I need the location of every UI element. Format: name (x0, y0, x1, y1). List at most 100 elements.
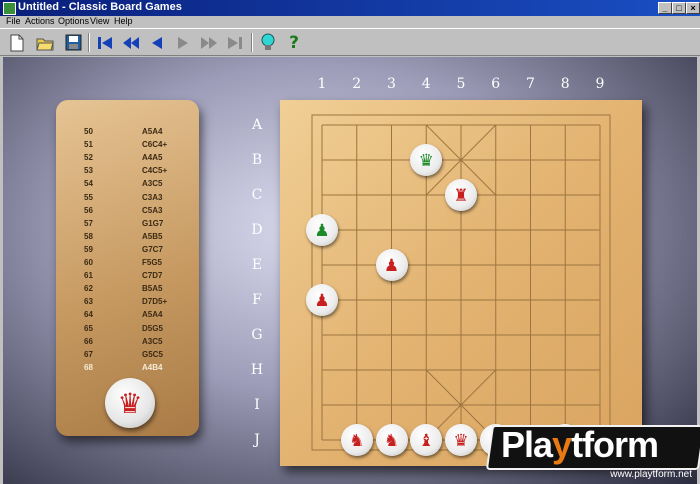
move-list-item[interactable]: 59 G7C7 (56, 245, 199, 258)
red-horse-piece[interactable]: ♞ (375, 424, 408, 456)
green-pawn-piece[interactable]: ♟ (306, 214, 338, 246)
crown-icon: ♛ (117, 387, 143, 419)
move-number: 57 (84, 218, 93, 228)
move-notation: A5A4 (142, 310, 163, 320)
row-label: C (251, 187, 263, 203)
move-list-item[interactable]: 68 A4B4 (56, 363, 199, 376)
move-number: 63 (84, 297, 93, 307)
move-number: 65 (84, 323, 93, 333)
help-icon[interactable]: ? (283, 32, 305, 53)
save-icon[interactable] (62, 32, 84, 53)
row-label: H (250, 362, 264, 378)
move-number: 53 (84, 166, 93, 176)
column-label: 8 (560, 76, 570, 92)
red-pawn-piece[interactable]: ♟ (375, 249, 408, 281)
menu-view[interactable]: View (90, 16, 109, 26)
move-notation: G5C5 (142, 349, 163, 359)
toolbar-separator (251, 33, 253, 52)
move-list-item[interactable]: 66 A3C5 (56, 337, 199, 350)
move-list-item[interactable]: 57 G1G7 (56, 219, 199, 232)
move-number: 54 (84, 179, 93, 189)
red-horse-piece[interactable]: ♞ (340, 424, 373, 456)
new-icon[interactable] (6, 32, 28, 53)
move-list-item[interactable]: 54 A3C5 (56, 179, 199, 192)
menu-actions[interactable]: Actions (25, 16, 55, 26)
green-king-piece[interactable]: ♛ (410, 144, 443, 176)
move-notation: A3C5 (142, 336, 163, 346)
column-label: 4 (421, 76, 431, 92)
minimize-button[interactable]: _ (658, 2, 672, 14)
menu-options[interactable]: Options (58, 16, 89, 26)
move-number: 55 (84, 192, 93, 202)
move-notation: C5A3 (142, 205, 163, 215)
title-bar: Untitled - Classic Board Games _ □ × (0, 0, 700, 16)
playtform-logo: Playtform www.playtform.net (481, 421, 700, 484)
row-label: B (251, 152, 263, 168)
move-notation: D7D5+ (142, 297, 168, 307)
move-list-item[interactable]: 55 C3A3 (56, 193, 199, 206)
move-number: 52 (84, 153, 93, 163)
move-number: 66 (84, 336, 93, 346)
logo-url: www.playtform.net (610, 469, 692, 480)
move-number: 62 (84, 284, 93, 294)
next-move-icon[interactable] (172, 32, 194, 53)
move-list-item[interactable]: 56 C5A3 (56, 206, 199, 219)
row-label: F (252, 292, 262, 308)
current-turn-piece: ♛ (105, 378, 155, 428)
move-list-item[interactable]: 53 C4C5+ (56, 166, 199, 179)
move-notation: G7C7 (142, 244, 163, 254)
move-notation: F5G5 (142, 258, 163, 267)
move-number: 59 (84, 244, 93, 254)
column-label: 9 (595, 76, 605, 92)
app-icon (3, 2, 16, 15)
red-rook-piece[interactable]: ♜ (445, 179, 477, 211)
move-list-item[interactable]: 65 D5G5 (56, 324, 199, 337)
move-number: 61 (84, 271, 93, 281)
menu-file[interactable]: File (6, 16, 21, 26)
move-number: 58 (84, 231, 93, 241)
fast-forward-icon[interactable] (198, 32, 220, 53)
move-list-item[interactable]: 63 D7D5+ (56, 297, 199, 310)
move-number: 60 (84, 258, 93, 267)
move-list-item[interactable]: 51 C6C4+ (56, 140, 199, 153)
toolbar: ? (0, 28, 700, 56)
maximize-button[interactable]: □ (672, 2, 686, 14)
column-label: 1 (317, 76, 327, 92)
row-label: I (254, 397, 260, 413)
move-list-item[interactable]: 52 A4A5 (56, 153, 199, 166)
move-list-item[interactable]: 58 A5B5 (56, 232, 199, 245)
red-pawn-piece[interactable]: ♟ (306, 284, 338, 316)
rewind-icon[interactable] (120, 32, 142, 53)
move-number: 64 (84, 310, 93, 320)
hint-lightbulb-icon[interactable] (257, 32, 279, 53)
move-list-item[interactable]: 64 A5A4 (56, 310, 199, 323)
move-notation: C7D7 (142, 271, 163, 281)
move-notation: A5A4 (142, 127, 163, 136)
previous-move-icon[interactable] (146, 32, 168, 53)
close-button[interactable]: × (686, 2, 700, 14)
toolbar-separator (88, 33, 90, 52)
move-notation: A5B5 (142, 231, 163, 241)
game-board[interactable] (280, 100, 642, 466)
column-label: 5 (456, 76, 466, 92)
open-icon[interactable] (34, 32, 56, 53)
row-label: E (251, 257, 263, 273)
logo-wordmark: Playtform (501, 424, 659, 465)
move-list-item[interactable]: 61 C7D7 (56, 271, 199, 284)
move-notation: A3C5 (142, 179, 163, 189)
menu-help[interactable]: Help (114, 16, 133, 26)
move-number: 68 (84, 362, 93, 372)
last-move-icon[interactable] (224, 32, 246, 53)
move-list-item[interactable]: 50 A5A4 (56, 127, 199, 140)
column-label: 3 (387, 76, 396, 92)
window-title: Untitled - Classic Board Games (18, 1, 182, 13)
move-list-panel: ♛ 50 A5A4 51 C6C4+ 52 A4A5 53 C4C5+ 54 A3C5 55 C3A3… (56, 100, 199, 436)
move-list-item[interactable]: 60 F5G5 (56, 258, 199, 271)
row-label: D (251, 222, 263, 238)
first-move-icon[interactable] (94, 32, 116, 53)
red-king-piece[interactable]: ♛ (445, 424, 477, 456)
move-number: 67 (84, 349, 93, 359)
red-advisor-piece[interactable]: ♝ (410, 424, 443, 456)
move-list-item[interactable]: 67 G5C5 (56, 350, 199, 363)
move-list-item[interactable]: 62 B5A5 (56, 284, 199, 297)
